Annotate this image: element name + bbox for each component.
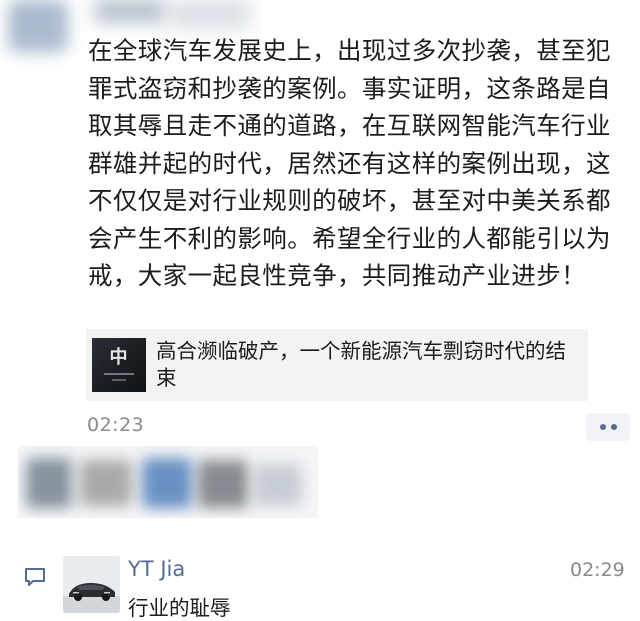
shared-link-card[interactable]: 中 高合濒临破产，一个新能源汽车剽窃时代的结束 <box>86 329 588 401</box>
more-actions-button[interactable] <box>586 413 630 441</box>
more-dots-icon <box>599 424 606 430</box>
comment-text: 行业的耻辱 <box>128 596 231 620</box>
comment-author[interactable]: YT Jia <box>128 557 185 581</box>
shared-link-title: 高合濒临破产，一个新能源汽车剽窃时代的结束 <box>156 339 566 390</box>
blurred-likes-area <box>18 446 318 518</box>
post-text: 在全球汽车发展史上，出现过多次抄袭，甚至犯罪式盗窃和抄袭的案例。事实证明，这条路… <box>88 36 611 290</box>
post-timestamp: 02:23 <box>87 414 145 436</box>
brand-logo-mark: 中 <box>109 347 129 368</box>
comment-row: YT Jia 02:29 行业的耻辱 <box>0 545 640 621</box>
comment-timestamp: 02:29 <box>570 559 625 581</box>
avatar[interactable] <box>63 556 120 613</box>
comment-bubble-icon <box>24 567 46 587</box>
shared-link-thumbnail: 中 <box>92 338 146 392</box>
